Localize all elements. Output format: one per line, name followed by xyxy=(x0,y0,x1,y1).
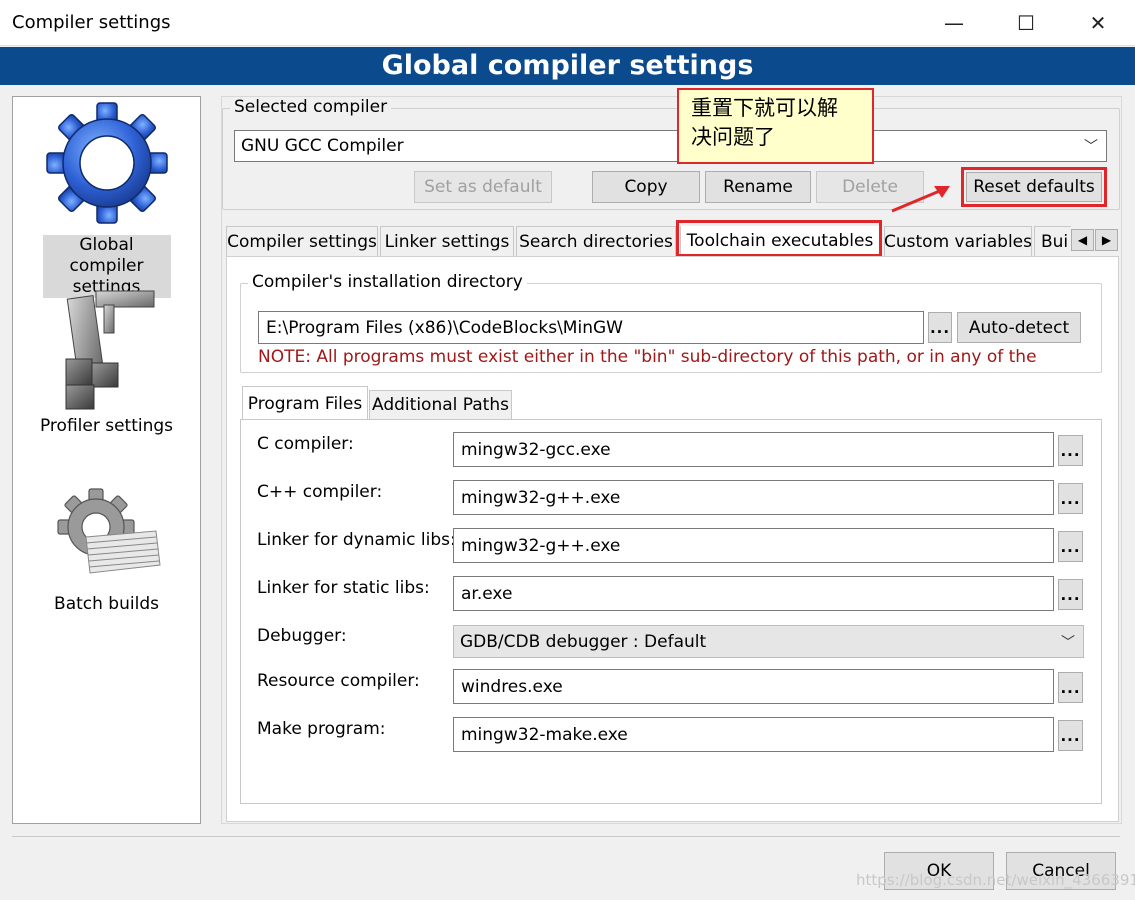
subtab-additional-paths[interactable]: Additional Paths xyxy=(369,390,512,419)
subtab-program-files[interactable]: Program Files xyxy=(242,386,368,420)
gear-icon xyxy=(45,102,168,224)
make-program-input[interactable]: mingw32-make.exe xyxy=(453,717,1054,752)
tab-scroll-right-button[interactable]: ▶ xyxy=(1095,229,1118,251)
linker-dynamic-label: Linker for dynamic libs: xyxy=(257,530,456,550)
set-as-default-button[interactable]: Set as default xyxy=(414,171,552,203)
sidebar-item-global-compiler[interactable]: Global compiler settings xyxy=(13,101,200,298)
callout-line-2: 决问题了 xyxy=(691,125,775,149)
debugger-label: Debugger: xyxy=(257,626,347,646)
cpp-compiler-label: C++ compiler: xyxy=(257,482,383,502)
c-compiler-label: C compiler: xyxy=(257,434,354,454)
compiler-select-value: GNU GCC Compiler xyxy=(241,136,404,156)
annotation-arrow xyxy=(891,186,950,213)
tab-custom-variables[interactable]: Custom variables xyxy=(884,226,1032,256)
watermark: https://blog.csdn.net/weixin_43663917 xyxy=(856,871,1135,889)
tab-linker-settings[interactable]: Linker settings xyxy=(380,226,514,256)
linker-static-browse-button[interactable]: ... xyxy=(1058,579,1083,610)
main-tab-strip: Compiler settings Linker settings Search… xyxy=(226,226,1071,256)
c-compiler-input[interactable]: mingw32-gcc.exe xyxy=(453,432,1054,467)
linker-static-input[interactable]: ar.exe xyxy=(453,576,1054,611)
tab-build-options[interactable]: Bui xyxy=(1034,226,1071,256)
maximize-icon: ☐ xyxy=(1017,11,1035,35)
window-title: Compiler settings xyxy=(12,12,171,33)
maximize-button[interactable]: ☐ xyxy=(990,0,1062,46)
rename-button[interactable]: Rename xyxy=(705,171,811,203)
resource-compiler-browse-button[interactable]: ... xyxy=(1058,672,1083,703)
linker-static-label: Linker for static libs: xyxy=(257,578,430,598)
close-button[interactable]: ✕ xyxy=(1062,0,1134,46)
auto-detect-button[interactable]: Auto-detect xyxy=(957,312,1081,343)
resource-compiler-label: Resource compiler: xyxy=(257,671,420,691)
sidebar-item-profiler[interactable]: Profiler settings xyxy=(13,287,200,437)
install-dir-label: Compiler's installation directory xyxy=(248,272,527,292)
linker-dynamic-browse-button[interactable]: ... xyxy=(1058,531,1083,562)
tab-highlight xyxy=(676,220,882,257)
arrow-left-icon: ◀ xyxy=(1077,233,1088,247)
cpp-compiler-browse-button[interactable]: ... xyxy=(1058,483,1083,514)
tab-scroll-left-button[interactable]: ◀ xyxy=(1071,229,1094,251)
install-dir-browse-button[interactable]: ... xyxy=(928,312,952,343)
install-note: NOTE: All programs must exist either in … xyxy=(258,347,1037,367)
callout-line-1: 重置下就可以解 xyxy=(691,96,838,120)
linker-dynamic-input[interactable]: mingw32-g++.exe xyxy=(453,528,1054,563)
close-icon: ✕ xyxy=(1089,11,1107,35)
make-program-label: Make program: xyxy=(257,719,386,739)
copy-button[interactable]: Copy xyxy=(592,171,700,203)
reset-defaults-button[interactable]: Reset defaults xyxy=(966,172,1102,202)
settings-sidebar: Global compiler settings Profiler settin xyxy=(12,96,201,824)
batch-gear-icon xyxy=(57,488,161,574)
minimize-button[interactable]: — xyxy=(918,0,990,46)
header-banner: Global compiler settings xyxy=(0,47,1135,85)
chevron-down-icon: ﹀ xyxy=(1084,139,1098,155)
footer-divider xyxy=(12,836,1120,837)
debugger-select-value: GDB/CDB debugger : Default xyxy=(460,631,707,652)
annotation-callout: 重置下就可以解 决问题了 xyxy=(677,88,874,164)
arrow-right-icon: ▶ xyxy=(1101,233,1112,247)
caliper-icon xyxy=(65,290,154,410)
cpp-compiler-input[interactable]: mingw32-g++.exe xyxy=(453,480,1054,515)
c-compiler-browse-button[interactable]: ... xyxy=(1058,435,1083,466)
chevron-down-icon: ﹀ xyxy=(1061,634,1075,651)
debugger-select[interactable]: GDB/CDB debugger : Default ﹀ xyxy=(453,625,1084,658)
sidebar-item-label: Profiler settings xyxy=(39,416,174,436)
sidebar-item-label: Batch builds xyxy=(54,594,159,614)
make-program-browse-button[interactable]: ... xyxy=(1058,720,1083,751)
title-bar: Compiler settings — ☐ ✕ xyxy=(0,0,1135,46)
install-dir-input[interactable]: E:\Program Files (x86)\CodeBlocks\MinGW xyxy=(258,311,924,344)
sidebar-item-batch-builds[interactable]: Batch builds xyxy=(13,487,200,615)
resource-compiler-input[interactable]: windres.exe xyxy=(453,669,1054,704)
tab-compiler-settings[interactable]: Compiler settings xyxy=(226,226,378,256)
tab-search-directories[interactable]: Search directories xyxy=(516,226,676,256)
compiler-select[interactable]: GNU GCC Compiler ﹀ xyxy=(234,130,1107,162)
selected-compiler-label: Selected compiler xyxy=(230,97,392,117)
minimize-icon: — xyxy=(944,11,964,35)
